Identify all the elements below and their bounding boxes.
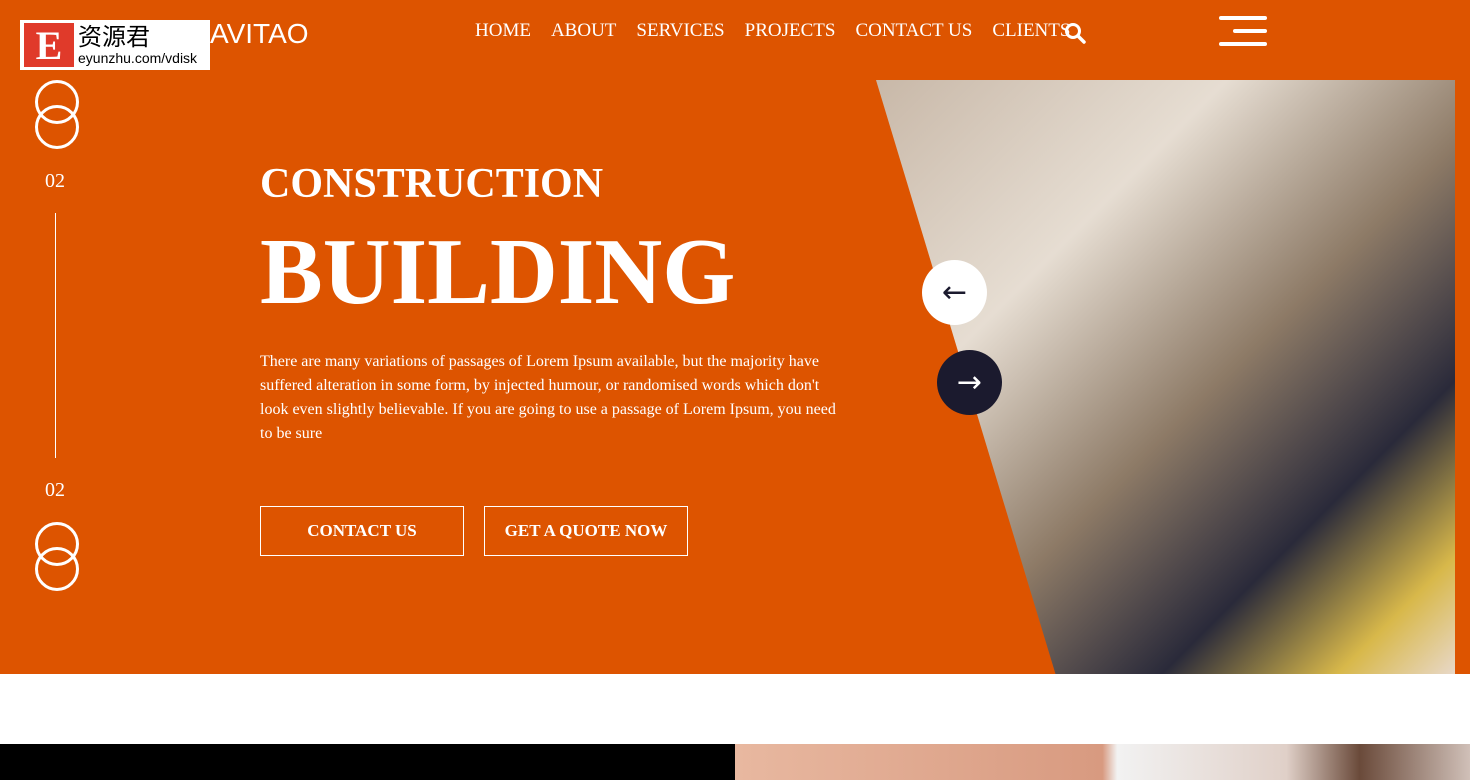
hero-title: BUILDING	[260, 220, 736, 324]
watermark-logo: E 资源君 eyunzhu.com/vdisk	[20, 20, 210, 70]
hero-subtitle: CONSTRUCTION	[260, 161, 604, 207]
next-arrow-button[interactable]: →	[937, 350, 1002, 415]
hero-description: There are many variations of passages of…	[260, 353, 836, 442]
watermark-url: eyunzhu.com/vdisk	[78, 50, 198, 66]
nav-home[interactable]: HOME	[475, 20, 531, 42]
get-quote-button[interactable]: GET A QUOTE NOW	[484, 506, 688, 556]
slide-progress-line	[55, 213, 56, 458]
nav-clients[interactable]: CLIENTS	[992, 20, 1070, 42]
section-image	[735, 744, 1470, 780]
ring-icon	[35, 105, 79, 149]
contact-us-button[interactable]: CONTACT US	[260, 506, 464, 556]
nav-contact[interactable]: CONTACT US	[855, 20, 972, 42]
nav-projects[interactable]: PROJECTS	[745, 20, 836, 42]
brand-name[interactable]: AVITAO	[210, 18, 309, 50]
prev-arrow-button[interactable]: ←	[922, 260, 987, 325]
nav-about[interactable]: ABOUT	[551, 20, 616, 42]
search-icon[interactable]	[1064, 22, 1086, 44]
section-dark-block	[0, 744, 735, 780]
hero-section: E 资源君 eyunzhu.com/vdisk AVITAO HOME ABOUT…	[0, 0, 1470, 674]
nav-services[interactable]: SERVICES	[636, 20, 724, 42]
slide-current: 02	[45, 170, 65, 192]
watermark-letter: E	[24, 23, 74, 68]
main-nav: HOME ABOUT SERVICES PROJECTS CONTACT US …	[475, 20, 1070, 42]
slide-total: 02	[45, 479, 65, 501]
watermark-cn: 资源君	[78, 23, 150, 51]
menu-icon[interactable]	[1219, 16, 1267, 55]
ring-icon	[35, 547, 79, 591]
